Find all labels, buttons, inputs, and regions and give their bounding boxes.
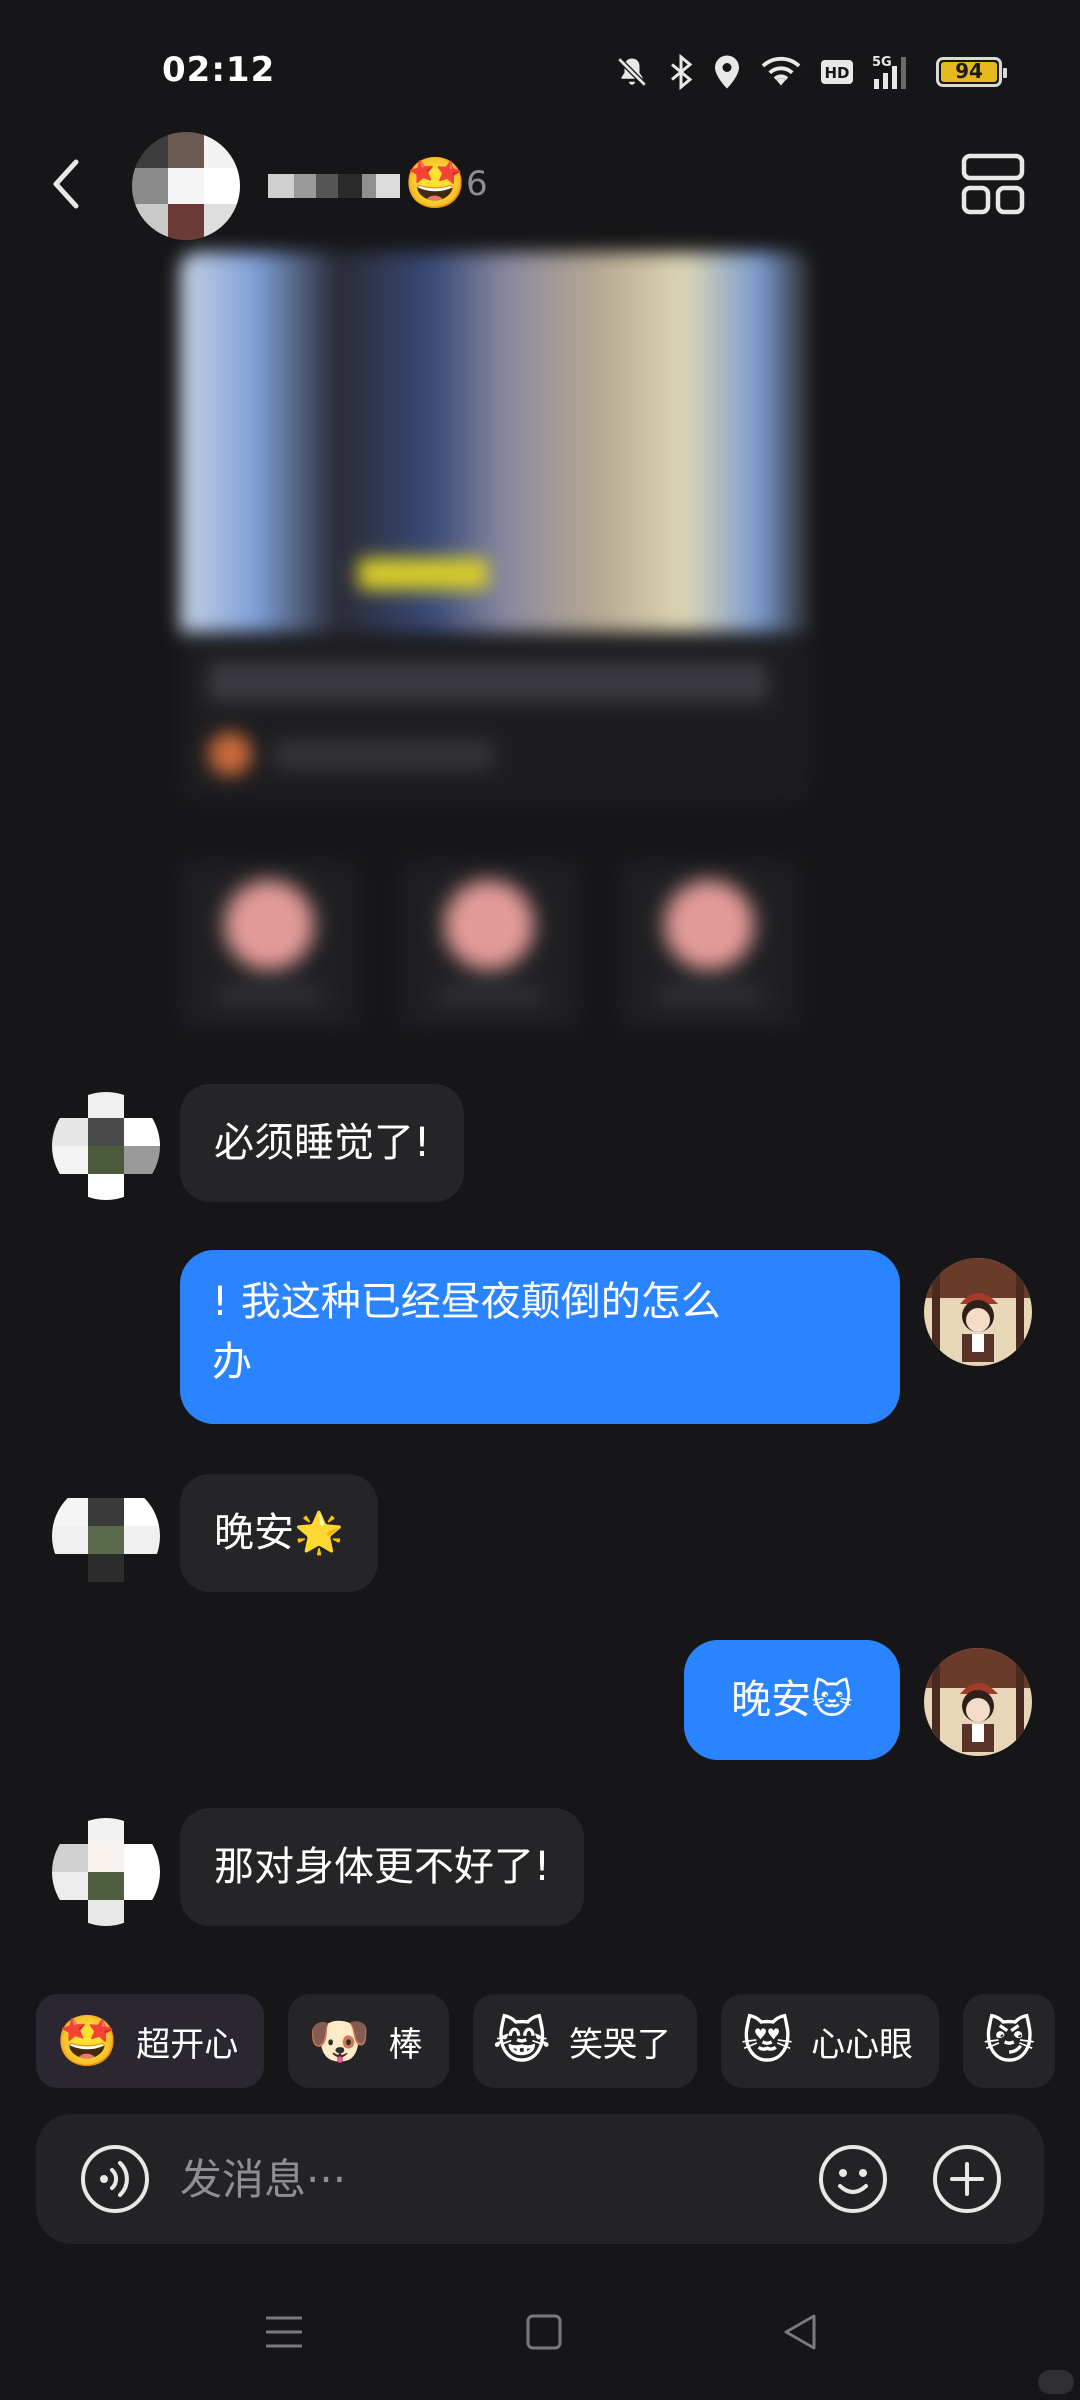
quick-reaction-chip[interactable]: 🐶 棒: [288, 1994, 449, 2088]
voice-input-icon[interactable]: [80, 2144, 150, 2214]
bell-muted-icon: [616, 56, 648, 88]
sender-avatar[interactable]: [52, 1092, 160, 1200]
battery-level: 94: [955, 59, 983, 83]
my-avatar[interactable]: [924, 1258, 1032, 1366]
message-bubble-outgoing[interactable]: 晚安🐱: [684, 1640, 900, 1760]
avatar-mosaic-image: [52, 1482, 160, 1590]
message-input[interactable]: [180, 2146, 780, 2212]
sender-avatar[interactable]: [52, 1818, 160, 1926]
message-text-line1: ! 我这种已经昼夜颠倒的怎么: [212, 1279, 721, 1325]
level-badge: 6: [466, 164, 488, 204]
blurred-reaction-row: [180, 860, 810, 1030]
quick-reaction-chip[interactable]: 😼: [963, 1994, 1056, 2088]
layout-grid-icon[interactable]: [958, 150, 1028, 220]
bluetooth-icon: [671, 54, 693, 90]
chip-label: 棒: [388, 2024, 423, 2065]
nav-back-icon[interactable]: [780, 2312, 820, 2352]
home-icon[interactable]: [524, 2312, 564, 2352]
wifi-icon: [761, 56, 801, 86]
anime-avatar-image: [924, 1648, 1032, 1756]
quick-reaction-chip[interactable]: 😻 心心眼: [720, 1994, 940, 2088]
message-bubble-outgoing[interactable]: ! 我这种已经昼夜颠倒的怎么 办: [180, 1250, 900, 1424]
anime-avatar-image: [924, 1258, 1032, 1366]
quick-reaction-bar: 🤩 超开心 🐶 棒 😹 笑哭了 😻 心心眼 😼: [36, 1994, 1056, 2088]
hd-icon: HD: [821, 60, 853, 84]
cat-emoji-icon: 😼: [983, 2012, 1036, 2070]
dog-emoji-icon: 🐶: [308, 2012, 371, 2070]
message-bubble-incoming[interactable]: 晚安🌟: [180, 1474, 378, 1592]
message-bubble-incoming[interactable]: 必须睡觉了!: [180, 1084, 465, 1202]
status-time: 02:12: [162, 50, 276, 90]
chip-label: 笑哭了: [568, 2024, 671, 2065]
avatar-mosaic-image: [52, 1818, 160, 1926]
menu-icon[interactable]: [262, 2312, 306, 2352]
chip-label: 超开心: [136, 2024, 239, 2065]
message-text: 必须睡觉了!: [214, 1120, 431, 1166]
quick-reaction-chip[interactable]: 🤩 超开心: [36, 1994, 265, 2088]
message-bubble-incoming[interactable]: 那对身体更不好了!: [180, 1808, 585, 1926]
heart-eyes-cat-emoji-icon: 😻: [740, 2012, 794, 2070]
battery-icon: 94: [936, 57, 1007, 87]
emoji-icon[interactable]: [818, 2144, 888, 2214]
watermark-badge: [1038, 2370, 1074, 2394]
name-badge-emoji: 🤩: [404, 154, 467, 212]
plus-icon[interactable]: [932, 2144, 1002, 2214]
laughing-cat-emoji-icon: 😹: [492, 2012, 551, 2070]
5g-signal-icon: 5G: [872, 55, 906, 89]
contact-name-redacted: [268, 174, 400, 198]
message-text: 那对身体更不好了!: [214, 1844, 551, 1890]
cat-emoji: 🐱: [811, 1677, 853, 1723]
my-avatar[interactable]: [924, 1648, 1032, 1756]
starstruck-emoji-icon: 🤩: [56, 2012, 119, 2070]
contact-avatar[interactable]: [132, 132, 240, 240]
status-icons: HD 5G 94: [614, 50, 1007, 94]
location-icon: [715, 55, 739, 89]
shared-video-thumbnail: [180, 252, 810, 632]
svg-text:HD: HD: [824, 64, 849, 82]
message-text-line2: 办: [212, 1339, 252, 1385]
shared-video-card[interactable]: [180, 252, 810, 802]
star-emoji: 🌟: [294, 1510, 344, 1556]
chip-label: 心心眼: [811, 2024, 914, 2065]
message-text: 晚安: [214, 1510, 294, 1556]
message-text: 晚安: [731, 1677, 812, 1723]
back-button[interactable]: [40, 150, 96, 218]
avatar-mosaic-image: [52, 1092, 160, 1200]
sender-avatar[interactable]: [52, 1482, 160, 1590]
quick-reaction-chip[interactable]: 😹 笑哭了: [472, 1994, 697, 2088]
svg-text:5G: 5G: [872, 55, 892, 70]
avatar-mosaic-image: [132, 132, 240, 240]
